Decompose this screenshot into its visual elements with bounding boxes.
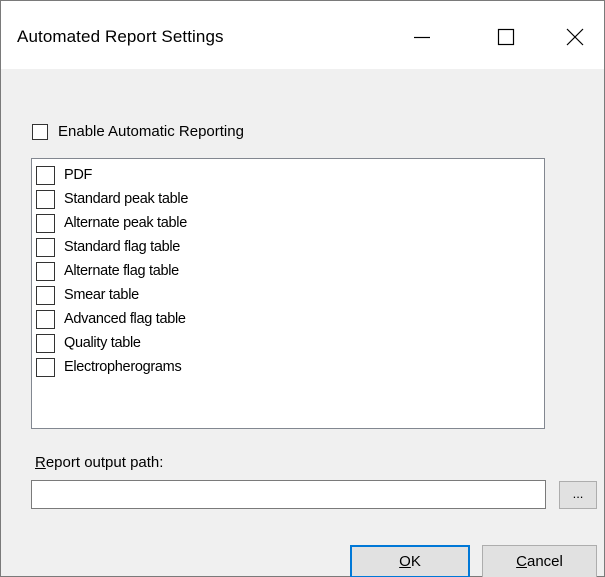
minimize-button[interactable] [399,15,445,59]
cancel-label-rest: ancel [526,553,563,570]
close-icon [566,28,584,46]
list-item-label: Quality table [64,335,141,351]
path-label-text: eport output path: [45,454,164,471]
list-item-checkbox[interactable] [36,285,55,305]
enable-checkbox-label: Enable Automatic Reporting [58,123,244,140]
report-settings-dialog: Automated Report Settings Enable Automat… [0,0,605,577]
maximize-button[interactable] [483,15,529,59]
ok-button[interactable]: OK [350,545,470,577]
list-item-checkbox[interactable] [36,333,55,353]
path-label-mnemonic: R [35,454,46,471]
list-item-checkbox[interactable] [36,213,55,233]
list-item-smear-table[interactable]: Smear table [36,283,139,307]
cancel-button[interactable]: Cancel [482,545,597,577]
browse-button[interactable]: ... [559,481,597,509]
list-item-electropherograms[interactable]: Electropherograms [36,355,182,379]
title-bar[interactable]: Automated Report Settings [1,1,604,69]
list-item-label: PDF [64,167,93,183]
list-item-label: Standard peak table [64,191,189,207]
list-item-label: Alternate peak table [64,215,187,231]
enable-checkbox-box[interactable] [32,123,48,140]
list-item-standard-flag-table[interactable]: Standard flag table [36,235,180,259]
report-output-path-label: Report output path: [35,454,163,471]
list-item-alternate-flag-table[interactable]: Alternate flag table [36,259,179,283]
ok-mnemonic: O [399,553,411,570]
list-item-checkbox[interactable] [36,165,55,185]
list-item-label: Advanced flag table [64,311,186,327]
list-item-checkbox[interactable] [36,309,55,329]
list-item-alternate-peak-table[interactable]: Alternate peak table [36,211,187,235]
list-item-advanced-flag-table[interactable]: Advanced flag table [36,307,186,331]
report-output-path-input[interactable] [31,480,546,509]
list-item-checkbox[interactable] [36,237,55,257]
list-item-label: Electropherograms [64,359,182,375]
list-item-checkbox[interactable] [36,261,55,281]
close-button[interactable] [552,15,598,59]
maximize-icon [497,28,515,46]
enable-automatic-reporting-checkbox[interactable]: Enable Automatic Reporting [32,123,244,140]
list-item-label: Alternate flag table [64,263,179,279]
list-item-checkbox[interactable] [36,189,55,209]
list-item-standard-peak-table[interactable]: Standard peak table [36,187,188,211]
report-types-list[interactable]: PDF Standard peak table Alternate peak t… [31,158,545,429]
cancel-mnemonic: C [516,553,527,570]
ok-label-rest: K [410,553,421,570]
minimize-icon [414,36,430,39]
list-item-quality-table[interactable]: Quality table [36,331,141,355]
list-item-pdf[interactable]: PDF [36,163,92,187]
list-item-label: Standard flag table [64,239,181,255]
list-item-label: Smear table [64,287,139,303]
window-title: Automated Report Settings [17,27,224,46]
list-item-checkbox[interactable] [36,357,55,377]
